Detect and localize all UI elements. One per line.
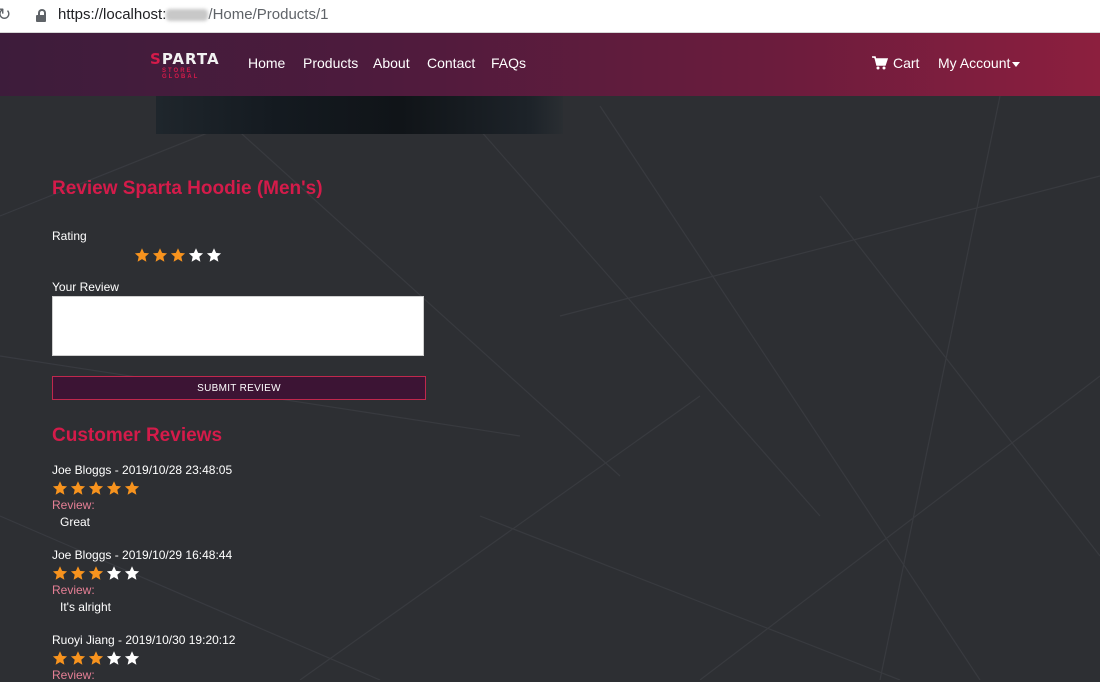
star-filled-icon bbox=[88, 481, 104, 495]
review-label: Review: bbox=[52, 498, 95, 512]
nav-faqs-link[interactable]: FAQs bbox=[491, 55, 526, 71]
url-path: /Home/Products/1 bbox=[208, 6, 329, 23]
star-filled-icon bbox=[70, 651, 86, 665]
review-heading: Joe Bloggs - 2019/10/28 23:48:05 bbox=[52, 463, 233, 477]
review-text: Great bbox=[60, 515, 91, 529]
nav-about-link[interactable]: About bbox=[373, 55, 410, 71]
star-filled-icon bbox=[88, 651, 104, 665]
star-filled-icon bbox=[106, 481, 122, 495]
review-form-title: Review Sparta Hoodie (Men's) bbox=[52, 178, 323, 199]
submit-review-button[interactable]: SUBMIT REVIEW bbox=[52, 376, 426, 400]
star-filled-icon bbox=[52, 651, 68, 665]
review-heading: Ruoyi Jiang - 2019/10/30 19:20:12 bbox=[52, 633, 236, 647]
star-filled-icon bbox=[70, 481, 86, 495]
review-heading: Joe Bloggs - 2019/10/29 16:48:44 bbox=[52, 548, 233, 562]
star-filled-icon bbox=[124, 481, 140, 495]
review-rating-stars bbox=[52, 565, 140, 581]
rating-label: Rating bbox=[52, 229, 87, 243]
url-input[interactable]: https://localhost: /Home/Products/1 bbox=[58, 6, 328, 23]
nav-products-link[interactable]: Products bbox=[303, 55, 358, 71]
rating-input[interactable] bbox=[134, 247, 222, 263]
star-filled-icon[interactable] bbox=[134, 247, 150, 263]
lock-icon bbox=[36, 9, 46, 22]
star-filled-icon bbox=[52, 566, 68, 580]
star-empty-icon[interactable] bbox=[188, 247, 204, 263]
star-filled-icon bbox=[88, 566, 104, 580]
star-filled-icon bbox=[52, 481, 68, 495]
customer-reviews-title: Customer Reviews bbox=[52, 425, 223, 446]
your-review-label: Your Review bbox=[52, 280, 119, 294]
star-empty-icon[interactable] bbox=[206, 247, 222, 263]
review-rating-stars bbox=[52, 480, 140, 496]
navbar: SPARTA STORE GLOBAL Home Products About … bbox=[0, 33, 1100, 96]
star-empty-icon bbox=[124, 651, 140, 665]
review-rating-stars bbox=[52, 650, 140, 666]
cart-icon[interactable] bbox=[872, 56, 888, 70]
star-filled-icon[interactable] bbox=[152, 247, 168, 263]
my-account-dropdown[interactable]: My Account bbox=[938, 55, 1021, 71]
redacted-port bbox=[166, 9, 209, 22]
star-filled-icon bbox=[70, 566, 86, 580]
url-prefix: https://localhost: bbox=[58, 6, 167, 23]
star-empty-icon bbox=[106, 651, 122, 665]
reload-icon[interactable]: ↻ bbox=[0, 5, 11, 25]
star-empty-icon bbox=[124, 566, 140, 580]
review-label: Review: bbox=[52, 583, 95, 597]
caret-down-icon bbox=[1012, 61, 1021, 67]
brand-logo[interactable]: SPARTA STORE GLOBAL bbox=[150, 51, 224, 81]
review-text: It's alright bbox=[60, 600, 111, 614]
star-filled-icon[interactable] bbox=[170, 247, 186, 263]
nav-contact-link[interactable]: Contact bbox=[427, 55, 475, 71]
nav-home-link[interactable]: Home bbox=[248, 55, 285, 71]
browser-address-bar: ↻ https://localhost: /Home/Products/1 bbox=[0, 0, 1100, 33]
star-empty-icon bbox=[106, 566, 122, 580]
my-account-label: My Account bbox=[938, 55, 1011, 71]
review-textarea[interactable] bbox=[52, 296, 424, 356]
product-image bbox=[156, 96, 563, 134]
nav-cart-link[interactable]: Cart bbox=[893, 55, 919, 71]
